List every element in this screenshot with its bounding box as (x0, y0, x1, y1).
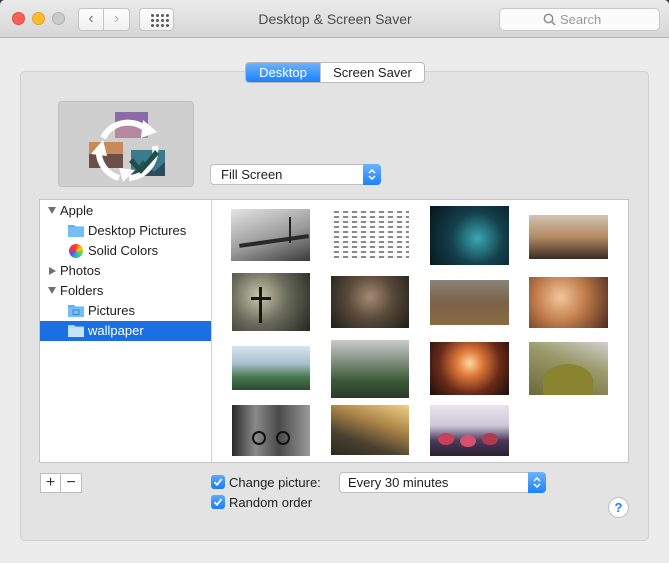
window-title: Desktop & Screen Saver (258, 11, 412, 27)
folder-icon (68, 225, 84, 237)
sidebar-item-label: Solid Colors (88, 243, 159, 258)
change-picture-checkbox[interactable] (211, 475, 225, 489)
wallpaper-thumbnail[interactable] (330, 209, 409, 261)
back-button[interactable]: ‹ (78, 8, 104, 31)
color-wheel-icon (69, 244, 83, 258)
fill-mode-value: Fill Screen (221, 167, 283, 182)
pictures-folder-icon (68, 305, 84, 317)
forward-button[interactable]: › (104, 8, 130, 31)
change-interval-popup[interactable]: Every 30 minutes (339, 472, 546, 493)
wallpaper-thumbnail[interactable] (430, 405, 509, 456)
tab-screen-saver[interactable]: Screen Saver (320, 63, 424, 82)
updown-arrows-icon (363, 164, 381, 185)
search-field[interactable] (499, 8, 660, 31)
sidebar-item-label: Pictures (88, 303, 135, 318)
disclosure-open-icon[interactable] (48, 287, 56, 294)
wallpaper-thumbnail[interactable] (232, 405, 310, 456)
wallpaper-thumbnail[interactable] (331, 405, 409, 455)
random-order-label: Random order (229, 495, 313, 510)
sidebar-item-label: wallpaper (88, 323, 144, 338)
tab-control: Desktop Screen Saver (245, 62, 425, 83)
change-interval-value: Every 30 minutes (348, 475, 449, 490)
wallpaper-thumbnail[interactable] (529, 277, 608, 328)
updown-arrows-icon (528, 472, 546, 493)
wallpaper-thumbnail[interactable] (231, 209, 310, 261)
random-order-checkbox[interactable] (211, 495, 225, 509)
wallpaper-thumbnail[interactable] (430, 280, 509, 325)
remove-folder-button[interactable]: − (61, 473, 82, 493)
sidebar-group-label: Photos (60, 263, 101, 278)
sidebar-group-label: Folders (60, 283, 104, 298)
wallpaper-thumbnail[interactable] (331, 276, 409, 328)
wallpaper-thumbnail[interactable] (331, 340, 409, 398)
add-folder-button[interactable]: + (40, 473, 61, 493)
wallpaper-thumbnail[interactable] (529, 215, 608, 259)
sidebar-item-pictures[interactable]: Pictures (40, 301, 211, 321)
sidebar-item-solid-colors[interactable]: Solid Colors (40, 241, 211, 261)
tab-desktop[interactable]: Desktop (246, 63, 320, 82)
sidebar-group-label: Apple (60, 203, 94, 218)
sidebar-group-apple[interactable]: Apple (40, 201, 211, 221)
rotating-pictures-icon (89, 112, 165, 182)
wallpaper-thumbnail[interactable] (529, 342, 608, 395)
source-list: Apple Desktop Pictures Solid Colors Phot… (39, 199, 212, 463)
desktop-preview (58, 101, 194, 187)
title-bar: ‹ › Desktop & Screen Saver (0, 0, 669, 38)
show-all-button[interactable] (139, 8, 174, 31)
wallpaper-thumbnail[interactable] (232, 273, 310, 331)
sidebar-group-folders[interactable]: Folders (40, 281, 211, 301)
close-window-button[interactable] (12, 12, 25, 25)
search-icon (543, 13, 556, 26)
sidebar-item-desktop-pictures[interactable]: Desktop Pictures (40, 221, 211, 241)
fill-mode-popup[interactable]: Fill Screen (210, 164, 381, 185)
sidebar-group-photos[interactable]: Photos (40, 261, 211, 281)
wallpaper-thumbnail[interactable] (430, 206, 509, 265)
chevron-right-icon: › (113, 10, 120, 27)
wallpaper-gallery (211, 199, 629, 463)
checkmark-icon (213, 478, 223, 487)
wallpaper-thumbnail[interactable] (232, 346, 310, 390)
disclosure-open-icon[interactable] (48, 207, 56, 214)
help-button[interactable]: ? (608, 497, 629, 518)
zoom-window-button[interactable] (52, 12, 65, 25)
chevron-left-icon: ‹ (88, 10, 94, 27)
checkmark-icon (213, 498, 223, 507)
minimize-window-button[interactable] (32, 12, 45, 25)
system-preferences-window: ‹ › Desktop & Screen Saver Desktop Scree… (0, 0, 669, 563)
search-input[interactable] (560, 9, 655, 30)
wallpaper-thumbnail[interactable] (430, 342, 509, 395)
sidebar-item-label: Desktop Pictures (88, 223, 187, 238)
disclosure-closed-icon[interactable] (49, 267, 56, 275)
folder-icon (68, 325, 84, 337)
sidebar-item-wallpaper[interactable]: wallpaper (40, 321, 211, 341)
change-picture-label: Change picture: (229, 475, 321, 490)
